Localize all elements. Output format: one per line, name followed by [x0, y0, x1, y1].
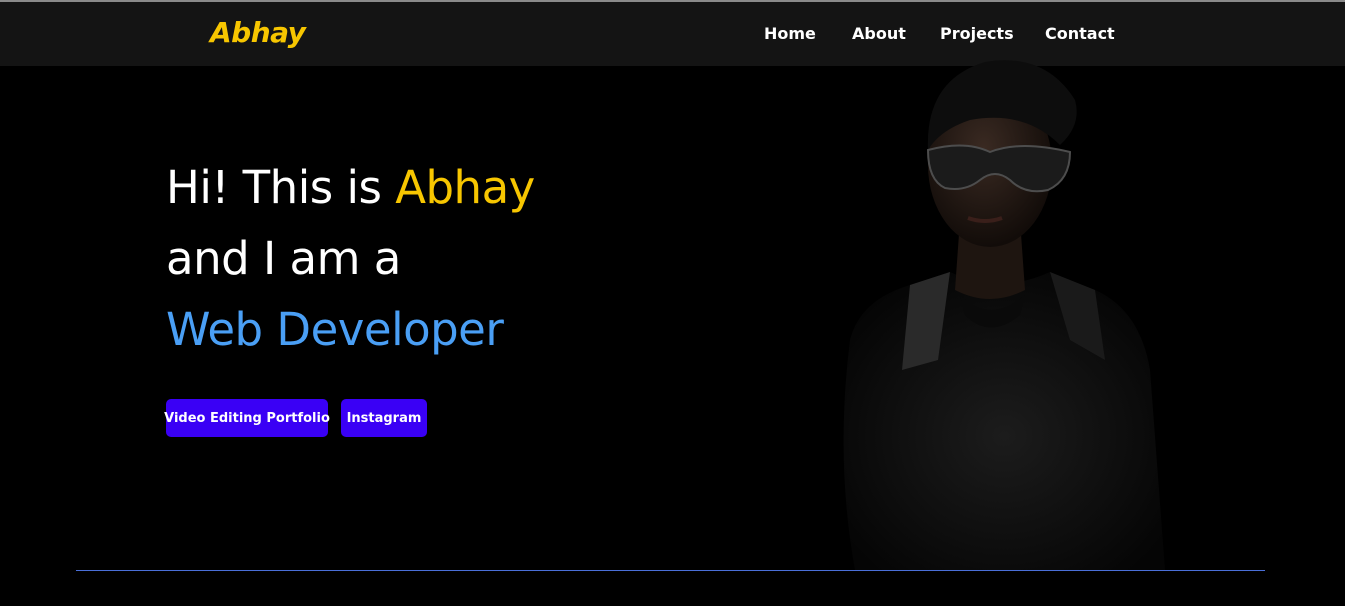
person-portrait-icon	[820, 40, 1180, 570]
section-divider	[76, 570, 1265, 571]
instagram-button[interactable]: Instagram	[341, 399, 427, 437]
hero-greeting-line: Hi! This is Abhay	[166, 152, 535, 223]
brand-logo[interactable]: Abhay	[210, 16, 306, 49]
hero-heading: Hi! This is Abhay and I am a Web Develop…	[166, 152, 535, 365]
hero-role: Web Developer	[166, 303, 504, 356]
hero-name: Abhay	[395, 161, 535, 214]
nav-link-home[interactable]: Home	[764, 24, 816, 43]
hero-greeting-text: Hi! This is	[166, 161, 396, 214]
video-editing-portfolio-button[interactable]: Video Editing Portfolio	[164, 399, 330, 437]
page: Abhay Home About Projects Contact Hi! Th…	[0, 0, 1345, 606]
hero-intro-line: and I am a	[166, 232, 401, 285]
